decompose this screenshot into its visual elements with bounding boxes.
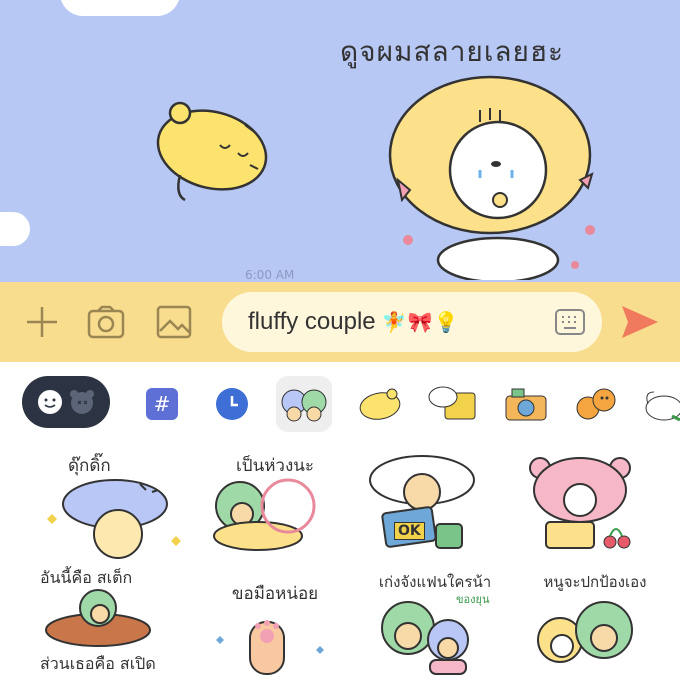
image-icon[interactable] — [154, 302, 194, 342]
clock-icon — [216, 388, 248, 420]
chat-area: ดูจผมสลายเลยฮะ 6:00 AM — [0, 0, 680, 282]
sticker-pack-tv[interactable] — [424, 376, 480, 432]
sticker-steak[interactable]: อันนี้คือ สเต็ก ส่วนเธอคือ สเปิด — [40, 566, 190, 676]
sticker-caption: หนูจะปกป้องเอง — [543, 573, 647, 591]
sticker-tray-tabs: # — [0, 362, 680, 444]
emoji-tab[interactable] — [22, 376, 110, 428]
sticker-caption: ขอมือหน่อย — [231, 584, 319, 604]
recent-tab[interactable] — [204, 376, 260, 432]
sticker-caption-2: ส่วนเธอคือ สเปิด — [40, 654, 156, 673]
poodle-sticker[interactable] — [380, 70, 620, 280]
sticker-caption: เป็นห่วงนะ — [235, 456, 315, 476]
message-text: fluffy couple — [248, 308, 376, 335]
sticker-caption: ดูจผมสลายเลยฮะ — [340, 35, 565, 68]
sticker-worried[interactable]: เป็นห่วงนะ — [200, 450, 350, 560]
sticker-paw[interactable]: ขอมือหน่อย — [200, 566, 350, 676]
sticker-pack-bears[interactable] — [276, 376, 332, 432]
sticker-ok-laptop[interactable]: OK — [360, 450, 510, 560]
sticker-pack-rabbit[interactable] — [636, 376, 680, 432]
sticker-grid: ดุ๊กดิ๊ก เป็นห่วงนะ OK อันนี้คือ สเต็ก ส… — [0, 444, 680, 680]
sticker-pack-camera[interactable] — [498, 376, 554, 432]
sticker-couple[interactable]: เก่งจังแฟนใครน้า ของยุน — [360, 566, 510, 676]
message-emoji: 🧚🎀💡 — [381, 310, 460, 334]
ok-badge: OK — [394, 522, 425, 540]
sticker-pack-tiger[interactable] — [352, 376, 408, 432]
sticker-pink-bear[interactable] — [520, 450, 670, 560]
sticker-dukdik[interactable]: ดุ๊กดิ๊ก — [40, 450, 190, 560]
cloud-decoration — [0, 212, 30, 246]
sticker-protect[interactable]: หนูจะปกป้องเอง — [520, 566, 670, 676]
hashtag-tab[interactable]: # — [134, 376, 190, 432]
plus-icon[interactable] — [22, 302, 62, 342]
input-bar: fluffy couple 🧚🎀💡 — [0, 282, 680, 362]
message-input[interactable]: fluffy couple 🧚🎀💡 — [222, 292, 602, 352]
sticker-pack-cookies[interactable] — [568, 376, 624, 432]
keyboard-icon[interactable] — [554, 306, 586, 338]
tiger-sticker[interactable] — [150, 95, 275, 205]
camera-icon[interactable] — [86, 302, 126, 342]
message-timestamp: 6:00 AM — [245, 268, 295, 282]
bear-face-icon — [70, 390, 94, 414]
hashtag-icon: # — [146, 388, 178, 420]
face-icon — [38, 390, 62, 414]
send-icon[interactable] — [620, 304, 660, 340]
cloud-decoration — [60, 0, 180, 16]
